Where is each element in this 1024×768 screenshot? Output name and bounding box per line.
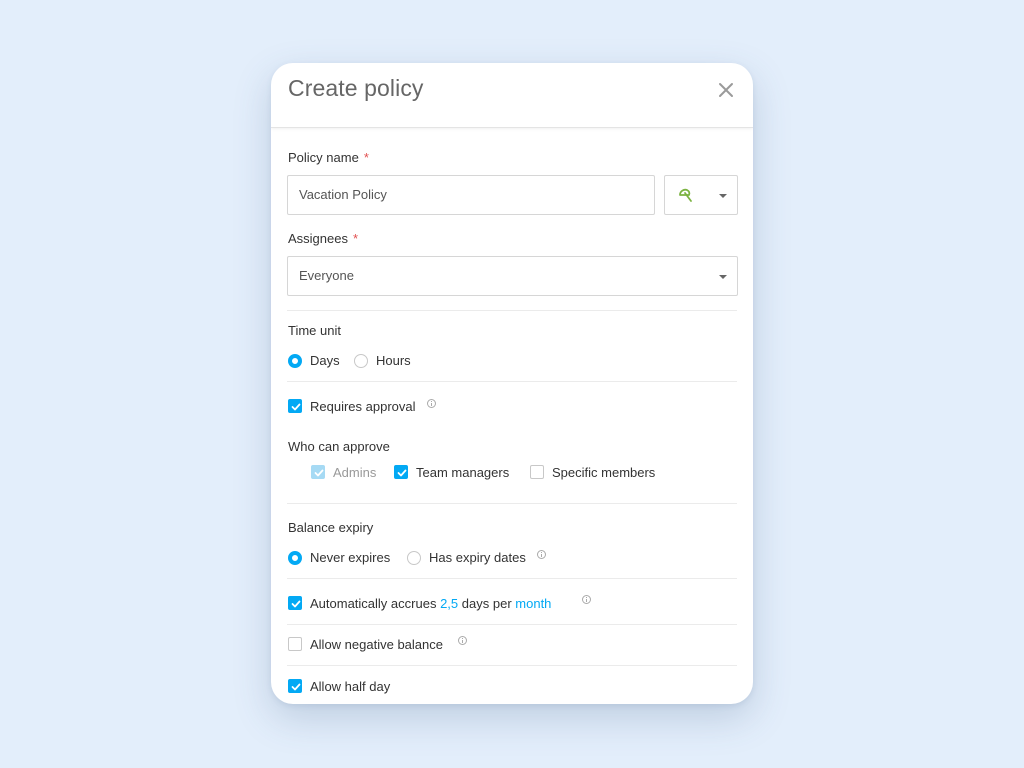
dialog-header: Create policy [271, 63, 753, 128]
info-icon[interactable] [458, 636, 467, 645]
half-day-label: Allow half day [310, 679, 391, 694]
info-icon[interactable] [537, 550, 546, 559]
radio-never-expires-label: Never expires [310, 550, 391, 565]
time-unit-label: Time unit [288, 323, 341, 338]
umbrella-icon [677, 187, 695, 205]
balance-expiry-label: Balance expiry [288, 520, 374, 535]
radio-days-label: Days [310, 353, 340, 368]
team-managers-checkbox[interactable] [394, 465, 408, 479]
create-policy-dialog: Create policy Policy name * Vacation Poli… [271, 63, 753, 704]
policy-name-label-text: Policy name [288, 150, 359, 165]
radio-hours-label: Hours [376, 353, 411, 368]
policy-icon-select[interactable] [664, 175, 738, 215]
requires-approval-label: Requires approval [310, 399, 416, 414]
specific-members-label: Specific members [552, 465, 656, 480]
auto-accrue-prefix: Automatically accrues [310, 596, 437, 611]
team-managers-label: Team managers [416, 465, 510, 480]
assignees-label-text: Assignees [288, 231, 348, 246]
divider [287, 381, 737, 382]
divider [287, 503, 737, 504]
divider [287, 310, 737, 311]
dialog-title: Create policy [288, 75, 424, 101]
auto-accrue-label: Automatically accrues 2,5 days per month [310, 596, 551, 611]
radio-never-expires[interactable] [288, 551, 302, 565]
admins-label: Admins [333, 465, 377, 480]
required-mark: * [363, 150, 369, 165]
policy-name-input[interactable]: Vacation Policy [287, 175, 655, 215]
close-icon[interactable] [715, 79, 737, 101]
auto-accrue-checkbox[interactable] [288, 596, 302, 610]
info-icon[interactable] [427, 399, 436, 408]
auto-accrue-middle: days per [461, 596, 512, 611]
policy-name-label: Policy name * [288, 150, 369, 165]
radio-has-expiry-dates-label: Has expiry dates [429, 550, 526, 565]
info-icon[interactable] [582, 595, 591, 604]
assignees-select[interactable]: Everyone [287, 256, 738, 296]
requires-approval-checkbox[interactable] [288, 399, 302, 413]
assignees-value: Everyone [299, 268, 354, 283]
chevron-down-icon [719, 194, 727, 198]
divider [287, 624, 737, 625]
assignees-label: Assignees * [288, 231, 358, 246]
radio-hours[interactable] [354, 354, 368, 368]
accrual-amount-link[interactable]: 2,5 [440, 596, 458, 611]
divider [287, 665, 737, 666]
radio-has-expiry-dates[interactable] [407, 551, 421, 565]
admins-checkbox [311, 465, 325, 479]
radio-days[interactable] [288, 354, 302, 368]
policy-name-value: Vacation Policy [299, 187, 387, 202]
negative-balance-checkbox[interactable] [288, 637, 302, 651]
negative-balance-label: Allow negative balance [310, 637, 443, 652]
who-can-approve-label: Who can approve [288, 439, 390, 454]
required-mark: * [352, 231, 359, 246]
accrual-period-link[interactable]: month [515, 596, 551, 611]
half-day-checkbox[interactable] [288, 679, 302, 693]
divider [287, 578, 737, 579]
specific-members-checkbox[interactable] [530, 465, 544, 479]
chevron-down-icon [719, 275, 727, 279]
